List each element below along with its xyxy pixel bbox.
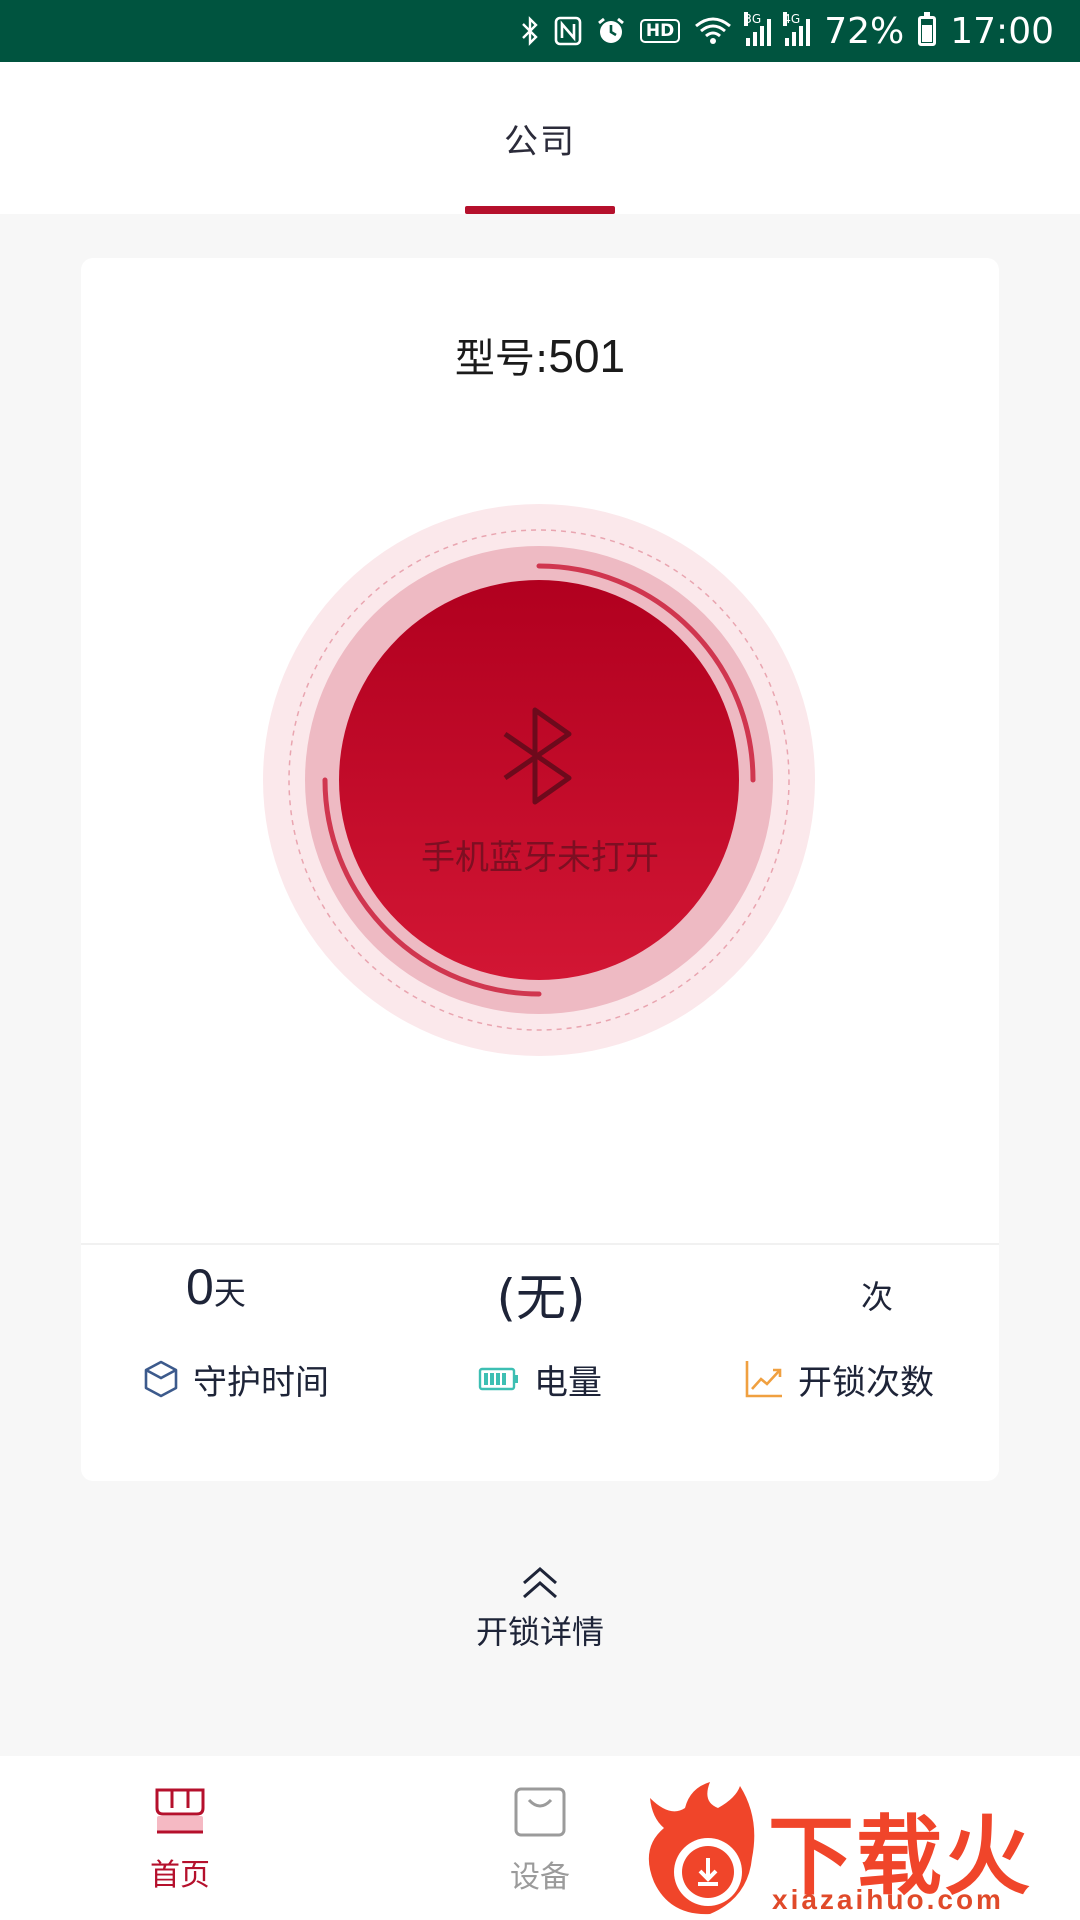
bluetooth-off-icon <box>503 707 572 805</box>
double-chevron-up-icon <box>523 1567 557 1599</box>
network-3g-label: 3G <box>744 12 762 26</box>
battery-value: (无) <box>496 1269 586 1327</box>
battery-icon <box>918 12 937 46</box>
nav-home-label: 首页 <box>150 1858 210 1893</box>
tab-company-label: 公司 <box>504 122 576 162</box>
alarm-icon <box>596 16 626 46</box>
status-bar: HD 3G 4G 72% 17:00 <box>0 0 1080 62</box>
unlock-count-unit: 次 <box>861 1278 894 1316</box>
guard-time-value: 0天 <box>186 1258 296 1338</box>
trend-chart-icon <box>745 1361 782 1398</box>
home-store-icon <box>155 1788 205 1834</box>
unlock-details-label: 开锁详情 <box>475 1613 604 1651</box>
tab-active-indicator <box>465 206 615 214</box>
guard-time-unit: 天 <box>213 1274 246 1312</box>
unlock-count-label: 开锁次数 <box>798 1362 934 1403</box>
watermark-url: xiazaihuo.com <box>772 1884 1004 1915</box>
tab-company[interactable]: 公司 <box>465 62 615 214</box>
card-divider <box>81 1243 999 1245</box>
hd-badge: HD <box>639 19 681 43</box>
bluetooth-status-icon <box>520 16 540 46</box>
nav-home[interactable]: 首页 <box>80 1786 280 1894</box>
flame-logo-icon <box>648 1782 755 1915</box>
model-line: 型号:501 <box>81 326 999 384</box>
battery-level-icon <box>478 1367 518 1391</box>
wifi-icon <box>694 16 732 46</box>
nfc-icon <box>554 16 582 46</box>
model-label: 型号: <box>454 336 549 382</box>
battery-label-group: 电量 <box>478 1354 602 1404</box>
guard-time-label: 守护时间 <box>193 1362 329 1403</box>
watermark: 下载火 xiazaihuo.com <box>640 1778 1080 1920</box>
shield-box-icon <box>144 1360 178 1398</box>
bluetooth-status-text: 手机蓝牙未打开 <box>421 838 659 878</box>
guard-time-label-group: 守护时间 <box>143 1354 329 1404</box>
battery-label: 电量 <box>534 1362 602 1403</box>
signal-3g-icon: 3G <box>744 12 772 46</box>
top-tab-bar: 公司 <box>0 62 1080 214</box>
unlock-details-button[interactable]: 开锁详情 <box>390 1565 690 1653</box>
nav-device-label: 设备 <box>510 1860 570 1895</box>
device-card: 型号:501 手机蓝牙未打开 0天 (无) 次 守护时间 电量 开锁次数 <box>81 258 999 1481</box>
unlock-count-label-group: 开锁次数 <box>744 1354 934 1404</box>
signal-4g-icon: 4G <box>783 12 811 46</box>
model-value: 501 <box>548 330 626 382</box>
clock: 17:00 <box>950 10 1054 52</box>
nav-device[interactable]: 设备 <box>440 1786 640 1896</box>
battery-percent: 72% <box>824 10 905 52</box>
network-4g-label: 4G <box>783 12 801 26</box>
guard-time-number: 0 <box>186 1259 214 1315</box>
device-bag-icon <box>514 1787 566 1837</box>
